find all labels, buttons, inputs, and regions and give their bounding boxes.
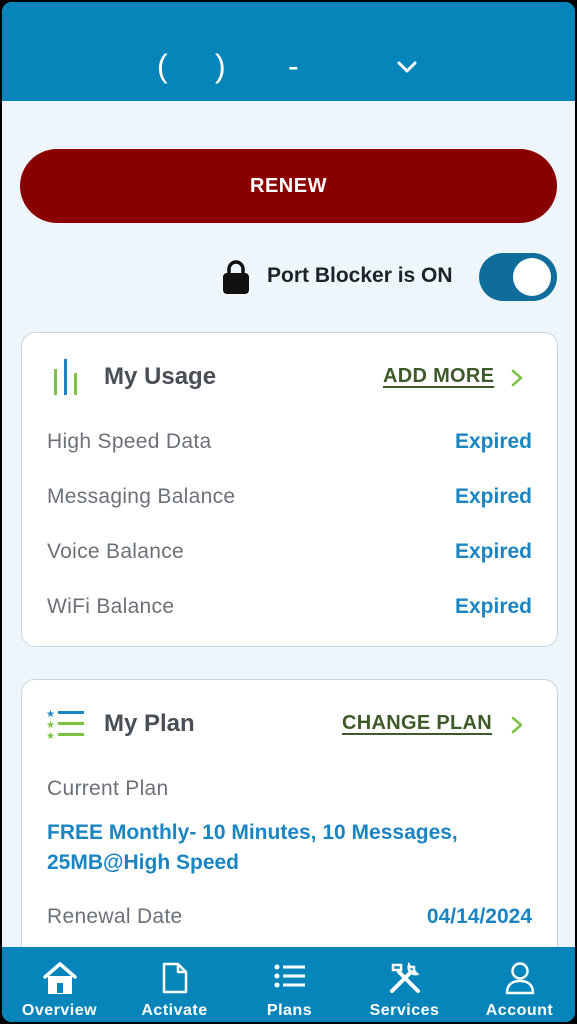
add-more-link[interactable]: ADD MORE <box>383 365 494 388</box>
usage-bars-icon <box>54 359 77 395</box>
renew-button[interactable]: RENEW <box>20 149 557 223</box>
tools-icon <box>389 961 420 993</box>
renewal-date-label: Renewal Date <box>47 905 183 928</box>
nav-services[interactable]: Services <box>347 947 462 1022</box>
wifi-balance-value: Expired <box>454 595 532 618</box>
chevron-right-icon[interactable] <box>510 369 524 387</box>
current-plan-value: FREE Monthly- 10 Minutes, 10 Messages, 2… <box>47 821 458 874</box>
svg-text:★: ★ <box>46 731 55 742</box>
toggle-knob <box>513 258 551 296</box>
nav-overview-label: Overview <box>21 1002 98 1019</box>
chevron-right-icon[interactable] <box>510 716 524 734</box>
nav-plans[interactable]: Plans <box>232 947 347 1022</box>
header: ( ) - <box>2 2 575 101</box>
change-plan-link[interactable]: CHANGE PLAN <box>342 712 492 735</box>
lock-icon <box>223 260 249 294</box>
nav-services-label: Services <box>369 1002 440 1019</box>
nav-activate[interactable]: Activate <box>117 947 232 1022</box>
usage-title: My Usage <box>104 363 217 390</box>
nav-plans-label: Plans <box>266 1002 313 1019</box>
nav-account[interactable]: Account <box>462 947 575 1022</box>
document-icon <box>162 962 187 994</box>
voice-balance-value: Expired <box>454 540 532 563</box>
high-speed-data-label: High Speed Data <box>47 430 212 453</box>
renewal-date-value: 04/14/2024 <box>426 905 532 928</box>
chevron-down-icon[interactable] <box>396 56 418 78</box>
usage-card: My Usage ADD MORE High Speed Data Expire… <box>21 332 558 647</box>
phone-open-paren: ( <box>157 48 168 84</box>
port-blocker-label: Port Blocker is ON <box>267 264 453 287</box>
app-screen: ( ) - RENEW Port Blocker is ON My Usage … <box>2 2 575 1022</box>
plan-list-icon: ★ ★ ★ <box>46 709 84 742</box>
voice-balance-label: Voice Balance <box>47 540 184 563</box>
high-speed-data-value: Expired <box>454 430 532 453</box>
messaging-balance-label: Messaging Balance <box>47 485 236 508</box>
current-plan-label: Current Plan <box>47 777 169 800</box>
nav-activate-label: Activate <box>141 1002 208 1019</box>
messaging-balance-value: Expired <box>454 485 532 508</box>
phone-dash: - <box>288 48 299 84</box>
port-blocker-toggle[interactable] <box>479 253 557 301</box>
list-icon <box>274 964 305 988</box>
nav-overview[interactable]: Overview <box>2 947 117 1022</box>
svg-text:★: ★ <box>46 720 55 731</box>
svg-text:★: ★ <box>46 709 55 720</box>
nav-account-label: Account <box>485 1002 554 1019</box>
person-icon <box>505 962 534 995</box>
wifi-balance-label: WiFi Balance <box>47 595 175 618</box>
plan-title: My Plan <box>104 710 195 737</box>
home-icon <box>42 962 77 994</box>
phone-close-paren: ) <box>215 48 226 84</box>
bottom-nav: Overview Activate Plans Services Account <box>2 947 575 1022</box>
